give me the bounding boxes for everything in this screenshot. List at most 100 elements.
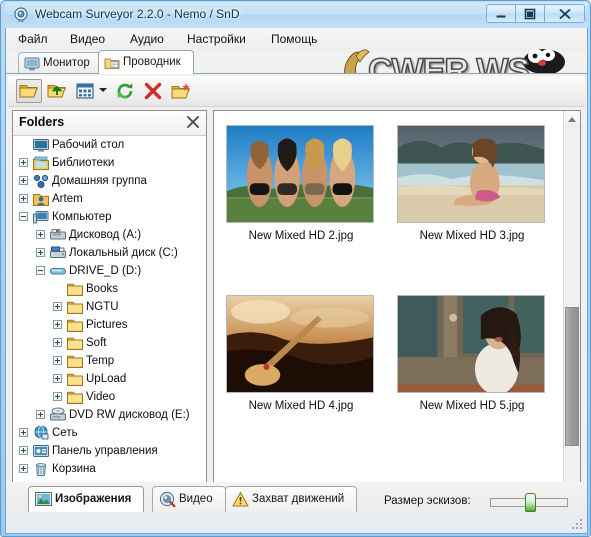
tab-monitor[interactable]: Монитор	[18, 52, 106, 74]
tree-node[interactable]: Домашняя группа	[13, 172, 206, 190]
tab-video[interactable]: Видео	[152, 486, 226, 512]
tree-node-label: Библиотеки	[52, 157, 115, 169]
refresh-button[interactable]	[112, 79, 138, 103]
tab-motion-capture-label: Захват движений	[252, 493, 345, 505]
folder-icon	[67, 335, 83, 351]
expand-icon[interactable]	[36, 248, 45, 257]
expand-icon[interactable]	[36, 230, 45, 239]
tree-node[interactable]: Библиотеки	[13, 154, 206, 172]
thumbnail-item[interactable]: New Mixed HD 4.jpg	[226, 295, 386, 412]
menu-item-file[interactable]: Файл	[16, 32, 50, 46]
tree-node[interactable]: Панель управления	[13, 442, 206, 460]
desktop-icon	[33, 137, 49, 153]
tree-node[interactable]: Рабочий стол	[13, 136, 206, 154]
tree-node[interactable]: Artem	[13, 190, 206, 208]
thumbnails-view-button[interactable]	[72, 79, 98, 103]
up-folder-button[interactable]	[44, 79, 70, 103]
tree-node-label: Дисковод (A:)	[69, 229, 142, 241]
folders-panel-header: Folders	[13, 111, 206, 136]
tree-node[interactable]: Soft	[13, 334, 206, 352]
folder-tree[interactable]: Рабочий стол Библиотеки Домашняя группа Art…	[13, 136, 206, 520]
resize-grip[interactable]	[572, 519, 584, 531]
tree-node-label: Artem	[52, 193, 83, 205]
minimize-button[interactable]	[486, 4, 515, 23]
thumbnail-scrollbar[interactable]	[563, 111, 580, 520]
thumbnail-item[interactable]: New Mixed HD 5.jpg	[397, 295, 557, 412]
expand-icon[interactable]	[53, 374, 62, 383]
bottom-bar: Изображения Видео Захват движений Размер…	[6, 482, 587, 533]
tree-node[interactable]: NGTU	[13, 298, 206, 316]
tree-node[interactable]: Сеть	[13, 424, 206, 442]
close-icon[interactable]	[186, 115, 200, 129]
chevron-down-icon[interactable]	[99, 88, 107, 92]
tree-node[interactable]: Корзина	[13, 460, 206, 478]
scrollbar-thumb[interactable]	[565, 307, 579, 446]
tree-node[interactable]: DRIVE_D (D:)	[13, 262, 206, 280]
menu-item-help[interactable]: Помощь	[269, 32, 319, 46]
tree-node-label: Pictures	[86, 319, 128, 331]
tab-explorer[interactable]: Проводник	[98, 50, 194, 74]
expand-icon[interactable]	[36, 410, 45, 419]
thumbnail-size-control: Размер эскизов:	[384, 491, 574, 513]
tree-node[interactable]: UpLoad	[13, 370, 206, 388]
tree-node-label: Сеть	[52, 427, 78, 439]
window-title: Webcam Surveyor 2.2.0 - Nemo / SnD	[35, 7, 240, 21]
expand-icon[interactable]	[19, 176, 28, 185]
maximize-button[interactable]	[515, 4, 544, 23]
tree-node[interactable]: Temp	[13, 352, 206, 370]
tree-node[interactable]: Компьютер	[13, 208, 206, 226]
collapse-icon[interactable]	[19, 212, 28, 221]
thumbnail-item[interactable]: New Mixed HD 3.jpg	[397, 125, 557, 242]
tree-node[interactable]: Video	[13, 388, 206, 406]
folder-icon	[67, 281, 83, 297]
expand-icon[interactable]	[19, 446, 28, 455]
thumbnail-image[interactable]	[397, 125, 545, 223]
expand-icon[interactable]	[53, 392, 62, 401]
thumbnail-size-slider-knob[interactable]	[525, 493, 536, 512]
tab-images[interactable]: Изображения	[28, 486, 145, 512]
tree-node[interactable]: Pictures	[13, 316, 206, 334]
tree-node-label: Books	[86, 283, 118, 295]
expand-icon[interactable]	[19, 464, 28, 473]
expand-icon[interactable]	[19, 158, 28, 167]
tab-motion-capture[interactable]: Захват движений	[225, 486, 358, 512]
webcam-icon	[13, 7, 29, 23]
title-bar[interactable]: Webcam Surveyor 2.2.0 - Nemo / SnD	[5, 2, 588, 28]
user-folder-icon	[33, 191, 49, 207]
tree-node[interactable]: Локальный диск (C:)	[13, 244, 206, 262]
expand-icon[interactable]	[53, 302, 62, 311]
expand-icon[interactable]	[53, 338, 62, 347]
menu-item-video[interactable]: Видео	[68, 32, 107, 46]
open-folder-button[interactable]	[16, 79, 42, 103]
tree-node-label: Компьютер	[52, 211, 112, 223]
menu-item-audio[interactable]: Аудио	[128, 32, 166, 46]
tab-monitor-label: Монитор	[43, 57, 90, 69]
menu-item-settings[interactable]: Настройки	[185, 32, 248, 46]
close-button[interactable]	[544, 4, 585, 23]
thumbnail-image[interactable]	[226, 295, 374, 393]
tree-node-label: UpLoad	[86, 373, 127, 385]
homegroup-icon	[33, 173, 49, 189]
thumbnail-image[interactable]	[226, 125, 374, 223]
expand-icon[interactable]	[19, 428, 28, 437]
computer-icon	[33, 209, 49, 225]
tab-explorer-label: Проводник	[123, 56, 181, 68]
thumbnail-image[interactable]	[397, 295, 545, 393]
tree-node-label: DRIVE_D (D:)	[69, 265, 142, 277]
thumbnail-item[interactable]: New Mixed HD 2.jpg	[226, 125, 386, 242]
motion-alert-icon	[232, 491, 249, 508]
expand-icon[interactable]	[53, 356, 62, 365]
expand-icon[interactable]	[53, 320, 62, 329]
monitor-icon	[24, 56, 40, 72]
collapse-icon[interactable]	[36, 266, 45, 275]
tree-node[interactable]: Books	[13, 280, 206, 298]
tree-node-label: Панель управления	[52, 445, 158, 457]
scroll-up-icon[interactable]	[564, 111, 580, 128]
tree-node[interactable]: Дисковод (A:)	[13, 226, 206, 244]
recycle-bin-icon	[33, 461, 49, 477]
expand-icon[interactable]	[19, 194, 28, 203]
tree-node[interactable]: DVD RW дисковод (E:)	[13, 406, 206, 424]
new-folder-button[interactable]	[168, 79, 194, 103]
control-panel-icon	[33, 443, 49, 459]
delete-button[interactable]	[140, 79, 166, 103]
